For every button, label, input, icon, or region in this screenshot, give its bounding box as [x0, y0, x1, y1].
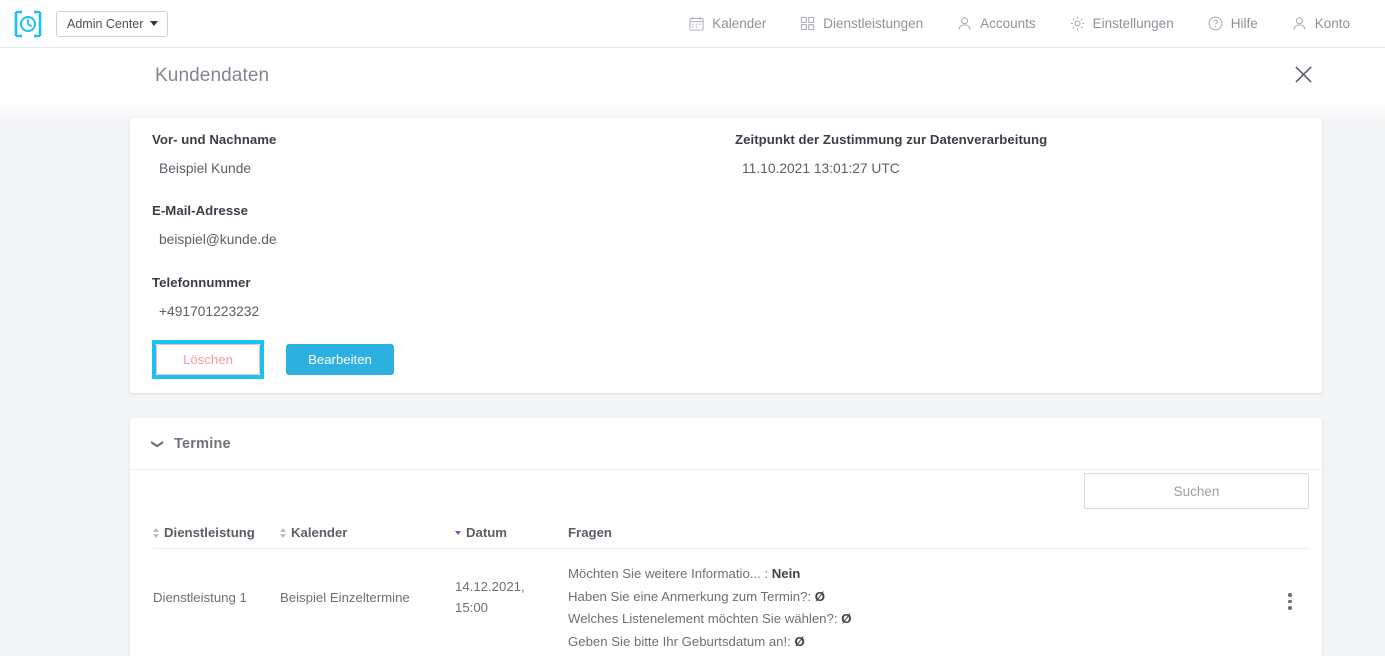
sort-icon — [280, 527, 286, 538]
appointments-section-header[interactable]: ❯ Termine — [130, 418, 1322, 470]
clock-bracket-logo-icon — [14, 10, 42, 38]
admin-center-label: Admin Center — [67, 16, 144, 31]
field-name: Vor- und Nachname Beispiel Kunde — [152, 132, 276, 176]
column-label-datum: Datum — [466, 525, 508, 540]
answer-text-2: Ø — [814, 588, 826, 604]
search-input[interactable] — [1084, 473, 1309, 509]
appointments-card: ❯ Termine Dienstleistung Kalender — [130, 418, 1322, 656]
search-box — [1084, 473, 1309, 509]
nav-item-accounts[interactable]: Accounts — [940, 0, 1053, 48]
question-line-2: Haben Sie eine Anmerkung zum Termin?: Ø — [568, 586, 1270, 609]
cell-datum: 14.12.2021, 15:00 — [455, 563, 568, 631]
table-row[interactable]: Dienstleistung 1 Beispiel Einzeltermine … — [153, 549, 1310, 653]
nav-item-hilfe[interactable]: Hilfe — [1191, 0, 1275, 48]
edit-button[interactable]: Bearbeiten — [286, 344, 394, 375]
column-label-kalender: Kalender — [291, 525, 348, 540]
column-header-dienstleistung[interactable]: Dienstleistung — [153, 525, 280, 540]
delete-button-highlight: Löschen — [152, 340, 264, 379]
field-consent-label: Zeitpunkt der Zustimmung zur Datenverarb… — [735, 132, 1048, 147]
answer-text-3: Ø — [841, 611, 852, 626]
nav-label-dienstleistungen: Dienstleistungen — [823, 16, 924, 31]
top-navigation-bar: Admin Center Kalender Dienstleistungen A… — [0, 0, 1385, 48]
page-header: Kundendaten — [0, 48, 1385, 104]
appointments-section-title: Termine — [174, 435, 231, 452]
page-title: Kundendaten — [155, 65, 270, 86]
admin-center-dropdown[interactable]: Admin Center — [56, 10, 169, 37]
column-header-datum[interactable]: Datum — [455, 525, 568, 540]
table-header-row: Dienstleistung Kalender Datum Fragen — [153, 517, 1310, 549]
field-email-label: E-Mail-Adresse — [152, 203, 248, 218]
chevron-down-icon — [150, 21, 159, 26]
field-consent-timestamp: Zeitpunkt der Zustimmung zur Datenverarb… — [735, 132, 1047, 176]
field-phone-value: +491701223232 — [159, 304, 260, 319]
delete-button[interactable]: Löschen — [156, 344, 260, 375]
column-header-kalender[interactable]: Kalender — [280, 525, 455, 540]
nav-label-accounts: Accounts — [980, 16, 1036, 31]
action-button-row: Löschen Bearbeiten — [152, 340, 394, 379]
kebab-menu-icon[interactable] — [1270, 563, 1310, 610]
question-line-1: Möchten Sie weitere Informatio... : Nein — [568, 563, 1270, 586]
cell-kalender-value: Beispiel Einzeltermine — [280, 589, 410, 605]
nav-item-dienstleistungen[interactable]: Dienstleistungen — [783, 0, 940, 48]
field-phone-label: Telefonnummer — [152, 275, 251, 290]
answer-text-4: Ø — [794, 633, 805, 649]
user-icon — [1292, 16, 1307, 31]
question-text-1: Möchten Sie weitere Informatio... : — [568, 566, 769, 581]
cell-dienstleistung: Dienstleistung 1 — [153, 563, 280, 631]
nav-item-einstellungen[interactable]: Einstellungen — [1053, 0, 1191, 48]
column-label-fragen: Fragen — [568, 525, 612, 540]
question-text-2: Haben Sie eine Anmerkung zum Termin?: — [568, 588, 812, 604]
question-circle-icon — [1208, 16, 1223, 31]
cell-dienstleistung-value: Dienstleistung 1 — [153, 589, 247, 605]
close-icon — [1294, 65, 1313, 89]
nav-label-einstellungen: Einstellungen — [1092, 16, 1174, 31]
nav-label-hilfe: Hilfe — [1230, 16, 1258, 31]
app-logo[interactable] — [0, 10, 56, 38]
field-email-value: beispiel@kunde.de — [159, 232, 277, 247]
user-icon — [957, 16, 972, 31]
chevron-down-icon: ❯ — [151, 438, 166, 449]
nav-item-kalender[interactable]: Kalender — [672, 0, 783, 48]
cell-fragen: Möchten Sie weitere Informatio... : Nein… — [568, 563, 1270, 653]
question-line-3: Welches Listenelement möchten Sie wählen… — [568, 608, 1270, 631]
field-email: E-Mail-Adresse beispiel@kunde.de — [152, 203, 277, 247]
nav-label-kalender: Kalender — [712, 16, 767, 31]
nav-label-konto: Konto — [1314, 16, 1350, 31]
field-consent-value: 11.10.2021 13:01:27 UTC — [742, 161, 900, 176]
column-header-fragen: Fragen — [568, 525, 1270, 540]
primary-nav: Kalender Dienstleistungen Accounts Einst… — [672, 0, 1385, 48]
close-button[interactable] — [1288, 62, 1318, 92]
appointments-table: Dienstleistung Kalender Datum Fragen Die… — [153, 517, 1310, 653]
question-text-4: Geben Sie bitte Ihr Geburtsdatum an!: — [568, 633, 791, 649]
grid-icon — [800, 16, 815, 31]
gear-icon — [1070, 16, 1085, 31]
nav-item-konto[interactable]: Konto — [1275, 0, 1367, 48]
customer-data-card: Vor- und Nachname Beispiel Kunde E-Mail-… — [130, 118, 1322, 393]
calendar-icon — [689, 16, 704, 31]
cell-kalender: Beispiel Einzeltermine — [280, 563, 455, 631]
field-phone: Telefonnummer +491701223232 — [152, 275, 259, 319]
cell-datum-value: 14.12.2021, 15:00 — [455, 579, 525, 615]
question-line-4: Geben Sie bitte Ihr Geburtsdatum an!: Ø — [568, 631, 1270, 654]
answer-text-1: Nein — [771, 566, 801, 581]
question-text-3: Welches Listenelement möchten Sie wählen… — [568, 611, 838, 626]
column-label-dienstleistung: Dienstleistung — [164, 525, 255, 540]
field-name-value: Beispiel Kunde — [159, 161, 252, 176]
cell-actions — [1270, 563, 1310, 610]
field-name-label: Vor- und Nachname — [152, 132, 277, 147]
sort-icon-descending-active — [455, 530, 461, 535]
sort-icon — [153, 527, 159, 538]
